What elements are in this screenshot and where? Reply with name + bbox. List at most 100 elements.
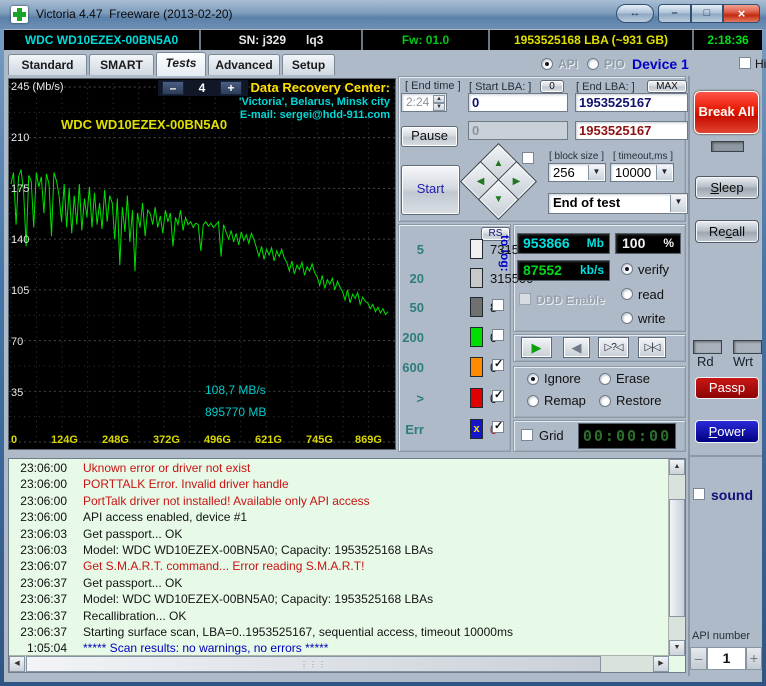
hints-checkbox[interactable] xyxy=(739,57,751,69)
zoom-in-button[interactable]: + xyxy=(220,81,242,95)
tab-setup[interactable]: Setup xyxy=(282,54,335,75)
write-activity-led xyxy=(733,340,762,354)
chevron-down-icon[interactable]: ▼ xyxy=(670,195,686,212)
log-600-checkbox[interactable] xyxy=(492,357,504,371)
log-200-checkbox[interactable] xyxy=(492,329,504,341)
log-panel[interactable]: 23:06:00 Uknown error or driver not exist… xyxy=(8,458,686,673)
log-row: 23:06:07 Get S.M.A.R.T. command... Error … xyxy=(20,559,365,574)
tab-smart[interactable]: SMART xyxy=(89,54,154,75)
end-time-spin-arrows[interactable]: ▲ ▼ xyxy=(433,95,445,111)
remap-radio[interactable] xyxy=(527,395,539,407)
scanned-mb-display: Mb 953866 xyxy=(517,233,610,254)
chevron-down-icon[interactable]: ▼ xyxy=(588,165,604,180)
pause-button[interactable]: Pause xyxy=(401,126,458,147)
api-minus-button[interactable]: – xyxy=(690,647,707,670)
vertical-scroll-thumb[interactable] xyxy=(669,499,685,617)
counter-label: 200 xyxy=(402,330,424,345)
ddd-enable-checkbox xyxy=(519,293,531,305)
current-position-overlay: 895770 MB xyxy=(205,405,267,419)
minimize-button[interactable]: – xyxy=(658,4,691,23)
timeout-select[interactable]: 10000 ▼ xyxy=(610,163,674,182)
grid-checkbox[interactable] xyxy=(521,429,533,441)
start-lba-input[interactable]: 0 xyxy=(468,93,568,112)
verify-radio[interactable] xyxy=(621,263,633,275)
close-button[interactable]: × xyxy=(723,4,760,23)
play-button[interactable]: ▶ xyxy=(521,337,552,358)
sleep-button[interactable]: SSleepleep xyxy=(695,176,759,199)
log-50-checkbox[interactable] xyxy=(492,299,504,311)
tab-standard[interactable]: Standard xyxy=(8,54,87,75)
ignore-radio[interactable] xyxy=(527,373,539,385)
swap-window-button[interactable]: ↔ xyxy=(616,4,654,23)
scroll-down-icon[interactable]: ▼ xyxy=(669,640,685,656)
counter-swatch xyxy=(470,388,483,408)
ignore-label: Ignore xyxy=(544,371,581,386)
pio-radio-label: PIO xyxy=(604,57,625,71)
max-lba-button[interactable]: MAX xyxy=(647,80,687,93)
drc-email: E-mail: sergei@hdd-911.com xyxy=(239,109,390,121)
break-all-button[interactable]: Break All xyxy=(694,91,759,134)
jog-checkbox[interactable] xyxy=(522,152,534,164)
passp-button[interactable]: Passp xyxy=(695,377,759,399)
log-err-checkbox[interactable] xyxy=(492,419,504,433)
log-row: 23:06:37 Model: WDC WD10EZEX-00BN5A0; Cap… xyxy=(20,592,434,607)
percent-display: % 100 xyxy=(615,233,681,254)
erase-label: Erase xyxy=(616,371,650,386)
read-radio[interactable] xyxy=(621,288,633,300)
elapsed-timer-display: 00:00:00 xyxy=(578,423,676,449)
graph-drive-label: WDC WD10EZEX-00BN5A0 xyxy=(61,117,228,132)
log-horizontal-scrollbar[interactable]: ◀ ⋮⋮⋮ ▶ xyxy=(9,655,669,672)
end-time-spinner[interactable]: 2:24 ▲ ▼ xyxy=(401,93,447,112)
start-button[interactable]: Start xyxy=(401,165,460,215)
zero-lba-button[interactable]: 0 xyxy=(540,80,564,93)
start-lba-secondary: 0 xyxy=(468,121,568,140)
log-row: 23:06:00 Uknown error or driver not exist xyxy=(20,461,251,475)
write-led-label: Wrt xyxy=(733,354,753,369)
erase-radio[interactable] xyxy=(599,373,611,385)
read-led-label: Rd xyxy=(697,354,714,369)
sound-divider xyxy=(690,455,762,457)
end-action-select[interactable]: End of test ▼ xyxy=(548,193,688,214)
write-radio[interactable] xyxy=(621,312,633,324)
tab-tests[interactable]: Tests xyxy=(156,52,206,76)
log-row: 23:06:37 Get passport... OK xyxy=(20,575,183,590)
y-axis-label: 70 xyxy=(11,336,24,348)
grid-label: Grid xyxy=(539,428,564,443)
log-list[interactable]: 23:06:00 Uknown error or driver not exist… xyxy=(9,460,668,655)
scroll-right-icon[interactable]: ▶ xyxy=(653,656,669,672)
recall-button[interactable]: Recall xyxy=(695,220,759,243)
end-lba-secondary[interactable]: 1953525167 xyxy=(575,121,688,140)
counter-swatch xyxy=(470,297,483,317)
remap-label: Remap xyxy=(544,393,586,408)
reverse-button[interactable]: ◀ xyxy=(563,337,590,358)
api-plus-button[interactable]: + xyxy=(746,647,762,670)
tab-advanced[interactable]: Advanced xyxy=(208,54,280,75)
drive-model: WDC WD10EZEX-00BN5A0 xyxy=(4,30,201,50)
zoom-out-button[interactable]: – xyxy=(162,81,184,95)
api-radio[interactable] xyxy=(541,58,553,70)
uptime-clock: 2:18:36 xyxy=(707,33,749,47)
x-axis-label: 0 xyxy=(11,434,18,446)
log-vertical-scrollbar[interactable]: ▲ ▼ xyxy=(668,459,685,656)
sound-checkbox[interactable] xyxy=(693,488,705,500)
error-swatch: x xyxy=(470,419,483,439)
tab-strip: Standard SMART Tests Advanced Setup API … xyxy=(4,52,766,76)
counter-label: 600 xyxy=(402,360,424,375)
zoom-level: 4 xyxy=(198,81,206,95)
maximize-button[interactable]: □ xyxy=(691,4,723,23)
to-end-button[interactable]: ▷|◁ xyxy=(638,337,666,358)
power-button[interactable]: PowerPower xyxy=(695,420,759,443)
horizontal-scroll-thumb[interactable]: ⋮⋮⋮ xyxy=(26,656,601,672)
drive-info-bar: WDC WD10EZEX-00BN5A0 SN: j329 lq3 Fw: 01… xyxy=(4,30,762,50)
restore-radio[interactable] xyxy=(599,395,611,407)
log-timeout-checkbox[interactable] xyxy=(492,388,504,402)
block-size-select[interactable]: 256 ▼ xyxy=(548,163,606,182)
scroll-left-icon[interactable]: ◀ xyxy=(9,656,25,672)
end-lba-input[interactable]: 1953525167 xyxy=(575,93,688,112)
pio-radio[interactable] xyxy=(587,58,599,70)
chevron-down-icon[interactable]: ▼ xyxy=(656,165,672,180)
title-bar[interactable]: Victoria 4.47 Freeware (2013-02-20) ↔ – … xyxy=(0,0,766,29)
scroll-up-icon[interactable]: ▲ xyxy=(669,459,685,475)
x-axis-label: 124G xyxy=(51,434,78,446)
skip-question-button[interactable]: ▷?◁ xyxy=(598,337,629,358)
